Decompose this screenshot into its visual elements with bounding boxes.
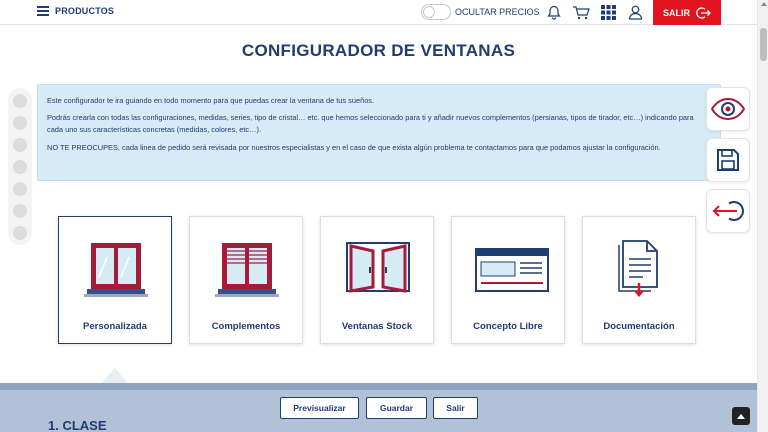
- page-title: CONFIGURADOR DE VENTANAS: [241, 41, 516, 60]
- option-card-label: Personalizada: [83, 321, 147, 332]
- option-card-personalizada[interactable]: Personalizada: [58, 216, 172, 344]
- info-line-1: Este configurador te ira guiando en todo…: [47, 96, 375, 105]
- exit-arrow-icon: [712, 201, 744, 221]
- exit-button[interactable]: SALIR: [653, 0, 721, 25]
- active-card-pointer: [102, 368, 128, 383]
- bell-icon[interactable]: [544, 3, 564, 22]
- option-card-label: Documentación: [603, 321, 675, 332]
- hide-prices-toggle[interactable]: [421, 4, 451, 20]
- grid-icon[interactable]: [598, 3, 618, 22]
- window-open-icon: [346, 242, 410, 293]
- eye-icon: [710, 98, 746, 120]
- user-icon[interactable]: [625, 3, 645, 22]
- browser-window-icon: [475, 248, 549, 292]
- preview-side-button[interactable]: [706, 87, 750, 131]
- products-menu-button[interactable]: PRODUCTOS: [37, 6, 114, 16]
- option-card-documentacion[interactable]: Documentación: [582, 216, 696, 344]
- hamburger-icon: [37, 6, 49, 16]
- option-card-label: Complementos: [211, 321, 281, 332]
- step-dot[interactable]: [13, 204, 27, 218]
- panel-top-strip: [0, 383, 757, 390]
- step-dot[interactable]: [13, 160, 27, 174]
- step-dot[interactable]: [13, 116, 27, 130]
- preview-button[interactable]: Previsualizar: [280, 397, 359, 419]
- option-card-complementos[interactable]: Complementos: [189, 216, 303, 344]
- logout-icon: [696, 6, 711, 19]
- exit-bottom-button[interactable]: Salir: [433, 397, 478, 419]
- top-bar: PRODUCTOS OCULTAR PRECIOS SALIR: [0, 0, 757, 25]
- chevron-up-icon: [737, 414, 745, 419]
- option-card-label: Concepto Libre: [473, 321, 543, 332]
- hide-prices-label: OCULTAR PRECIOS: [455, 7, 540, 17]
- option-card-label: Ventanas Stock: [341, 321, 413, 332]
- scroll-up-arrow-icon[interactable]: [761, 2, 767, 6]
- info-line-2: Podrás crearla con todas las configuraci…: [47, 113, 694, 135]
- document-download-icon: [618, 240, 658, 297]
- section-title: 1. CLASE: [48, 418, 107, 432]
- exit-side-button[interactable]: [706, 189, 750, 233]
- info-line-3: NO TE PREOCUPES, cada linea de pedido se…: [47, 142, 661, 152]
- scroll-thumb[interactable]: [760, 28, 767, 61]
- exit-button-label: SALIR: [663, 7, 690, 18]
- option-card-concepto-libre[interactable]: Concepto Libre: [451, 216, 565, 344]
- page-scrollbar[interactable]: [757, 0, 768, 432]
- save-side-button[interactable]: [706, 138, 750, 182]
- products-menu-label: PRODUCTOS: [55, 6, 115, 16]
- step-dot[interactable]: [13, 94, 27, 108]
- save-icon: [717, 149, 739, 171]
- step-indicator: [8, 88, 32, 245]
- window-custom-icon: [84, 243, 148, 297]
- back-to-top-button[interactable]: [732, 407, 750, 425]
- step-dot[interactable]: [13, 182, 27, 196]
- step-dot[interactable]: [13, 226, 27, 240]
- save-button[interactable]: Guardar: [366, 397, 427, 419]
- step-dot[interactable]: [13, 138, 27, 152]
- option-card-ventanas-stock[interactable]: Ventanas Stock: [320, 216, 434, 344]
- cart-icon[interactable]: [571, 3, 591, 22]
- info-box: Este configurador te ira guiando en todo…: [37, 84, 721, 181]
- window-blinds-icon: [215, 243, 279, 297]
